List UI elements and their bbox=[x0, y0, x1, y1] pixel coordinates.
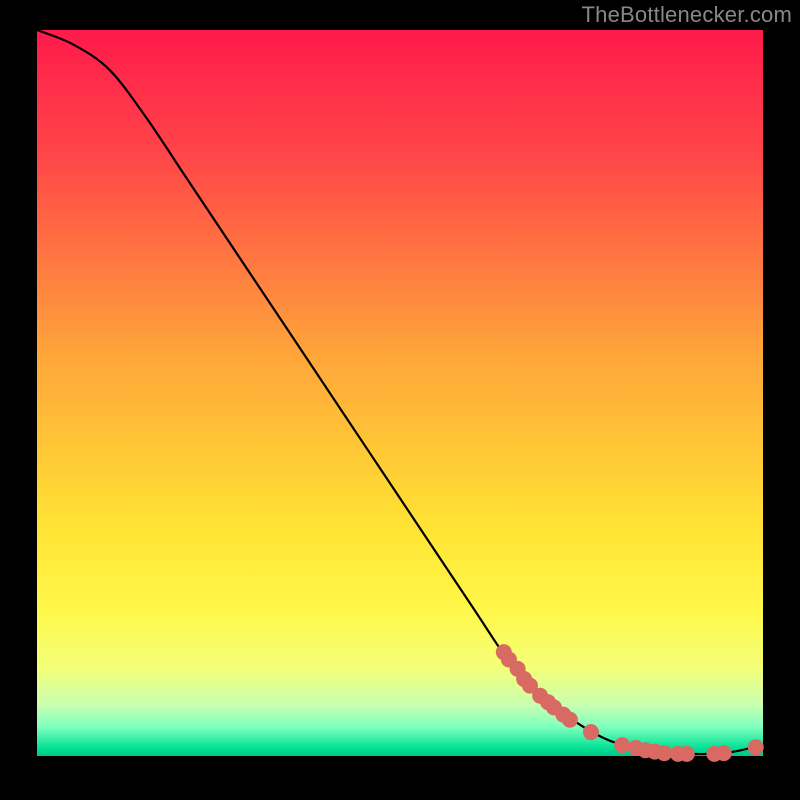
data-point bbox=[583, 724, 599, 740]
data-point bbox=[562, 712, 578, 728]
data-point bbox=[748, 739, 764, 755]
plot-background bbox=[37, 30, 763, 756]
chart-container: TheBottlenecker.com bbox=[0, 0, 800, 800]
attribution-text: TheBottlenecker.com bbox=[582, 2, 792, 28]
data-point bbox=[614, 737, 630, 753]
chart-svg bbox=[0, 0, 800, 800]
data-point bbox=[656, 745, 672, 761]
data-point bbox=[679, 746, 695, 762]
data-point bbox=[716, 745, 732, 761]
